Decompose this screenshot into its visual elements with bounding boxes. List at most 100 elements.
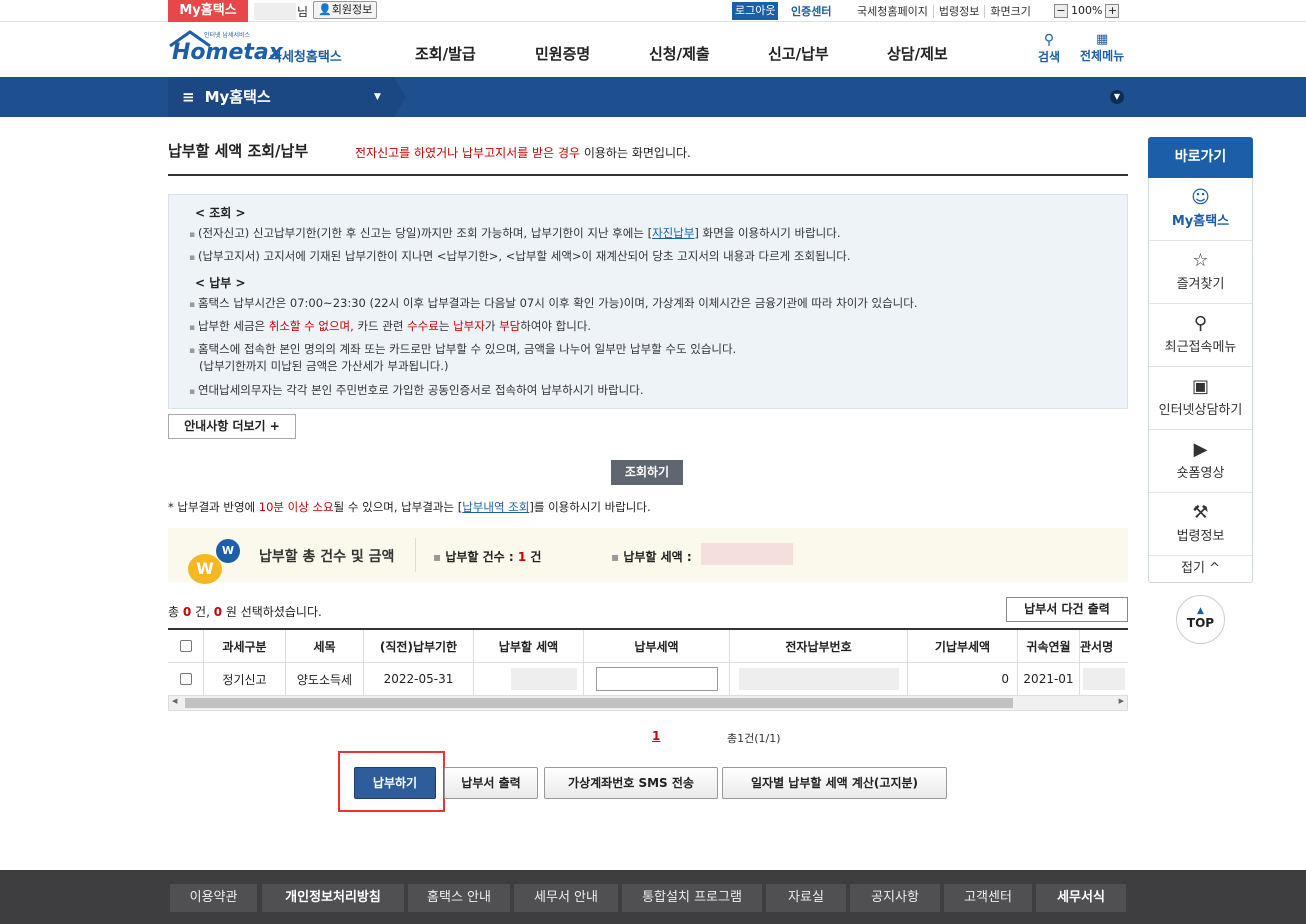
play-icon: ▶	[1193, 439, 1208, 460]
col-header: 납부세액	[584, 630, 730, 662]
gnb-consult[interactable]: 상담/제보	[887, 43, 948, 64]
all-menu-button[interactable]: ▦ 전체메뉴	[1080, 32, 1124, 64]
logo-text: Hometax	[172, 40, 283, 65]
header-search-button[interactable]: ⚲ 검색	[1038, 32, 1060, 65]
quick-online-consult[interactable]: ▣ 인터넷상담하기	[1149, 367, 1252, 430]
quick-law-info[interactable]: ⚒ 법령정보	[1149, 493, 1252, 556]
count-value: 1	[517, 550, 527, 564]
gnb-report-pay[interactable]: 신고/납부	[768, 43, 829, 64]
subtitle-red: 전자신고를 하였거나 납부고지서를 받은 경우	[355, 146, 581, 160]
footer-customer-center[interactable]: 고객센터	[944, 884, 1032, 912]
count-unit: 건	[526, 550, 542, 564]
multi-print-button[interactable]: 납부서 다건 출력	[1006, 597, 1128, 622]
screen-size-label: 화면크기	[984, 5, 1036, 18]
footer-hometax-guide[interactable]: 홈택스 안내	[408, 884, 510, 912]
page-total: 총1건(1/1)	[727, 732, 781, 745]
quick-my-hometax[interactable]: ☺ My홈택스	[1149, 178, 1252, 241]
menu-icon: ≡	[182, 88, 195, 106]
notice-red: 납부자	[453, 319, 485, 333]
chevron-down-icon[interactable]: ▼	[1110, 90, 1124, 104]
print-bill-button[interactable]: 납부서 출력	[444, 767, 538, 799]
notice-red: 부담	[499, 319, 521, 333]
member-info-button[interactable]: 👤회원정보	[313, 1, 378, 19]
my-hometax-dropdown[interactable]: ≡ My홈택스 ▼	[168, 77, 394, 117]
col-header: 전자납부번호	[730, 630, 908, 662]
pay-amount-input[interactable]	[595, 667, 718, 691]
notice-heading-query: < 조회 >	[195, 206, 246, 220]
gnb-inquiry[interactable]: 조회/발급	[415, 43, 476, 64]
quick-fold-button[interactable]: 접기 ^	[1149, 556, 1252, 582]
row-checkbox[interactable]	[179, 673, 192, 685]
cell-tax: 양도소득세	[286, 663, 364, 695]
horizontal-scrollbar[interactable]: ◀ ▶	[168, 695, 1128, 711]
member-info-label: 회원정보	[331, 3, 373, 16]
page-number[interactable]: 1	[652, 729, 660, 743]
quick-recent-menu[interactable]: ⚲ 최근접속메뉴	[1149, 304, 1252, 367]
footer-install[interactable]: 통합설치 프로그램	[622, 884, 762, 912]
footer-notice[interactable]: 공지사항	[850, 884, 940, 912]
gnb-application[interactable]: 신청/제출	[649, 43, 710, 64]
notice-text: 카드 관련	[353, 319, 408, 333]
cell-amount-masked	[474, 663, 584, 695]
w-coin-icon: W	[188, 554, 222, 584]
note-red: 10분 이상 소요	[258, 500, 334, 514]
summary-divider	[415, 538, 416, 572]
scroll-left-icon[interactable]: ◀	[172, 697, 177, 705]
quick-favorites[interactable]: ☆ 즐겨찾기	[1149, 241, 1252, 304]
note-text: ]를 이용하시기 바랍니다.	[529, 500, 651, 514]
selection-summary: 총 0 건, 0 원 선택하셨습니다.	[168, 603, 322, 620]
zoom-out-button[interactable]: −	[1054, 3, 1068, 18]
footer-library[interactable]: 자료실	[766, 884, 846, 912]
cell-paid: 0	[908, 663, 1018, 695]
summary-title: 납부할 총 건수 및 금액	[259, 549, 395, 565]
nts-homepage-link[interactable]: 국세청홈페이지	[852, 5, 933, 18]
law-info-link[interactable]: 법령정보	[932, 5, 985, 18]
top-button[interactable]: ▲ TOP	[1176, 595, 1225, 644]
zoom-in-button[interactable]: +	[1105, 3, 1120, 18]
pay-button[interactable]: 납부하기	[354, 767, 436, 799]
daily-calc-button[interactable]: 일자별 납부할 세액 계산(고지분)	[722, 767, 947, 799]
notice-item: 홈택스에 접속한 본인 명의의 계좌 또는 카드로만 납부할 수 있으며, 금액…	[189, 341, 736, 357]
masked-value	[738, 668, 899, 690]
location-label: My홈택스	[204, 88, 271, 106]
logo-kr-text: 국세청홈택스	[270, 50, 342, 65]
select-all-checkbox[interactable]	[179, 640, 192, 652]
recent-search-icon: ⚲	[1193, 313, 1208, 334]
bar-arrow	[394, 77, 406, 117]
cert-center-link[interactable]: 인증센터	[791, 3, 831, 19]
notice-text: 는	[438, 319, 454, 333]
self-pay-link[interactable]: 자진납부	[652, 226, 694, 240]
star-icon: ☆	[1192, 250, 1209, 271]
grid-icon: ▦	[1095, 32, 1109, 47]
col-header: 납부할 세액	[474, 630, 584, 662]
util-links: 국세청홈페이지 법령정보 화면크기	[852, 3, 1036, 19]
person-icon: ☺	[1191, 187, 1210, 208]
select-all-cell	[168, 630, 204, 662]
scroll-thumb[interactable]	[185, 698, 1013, 708]
title-divider	[168, 174, 1128, 176]
logo-subtitle: 인터넷 납세서비스	[204, 32, 251, 39]
zoom-control: − 100% +	[1054, 2, 1120, 19]
sel-text: 원 선택하셨습니다.	[222, 605, 322, 619]
notice-subtext: (납부기한까지 미납된 금액은 가산세가 부과됩니다.)	[199, 359, 449, 373]
footer-privacy[interactable]: 개인정보처리방침	[262, 884, 404, 912]
col-header: 과세구분	[204, 630, 286, 662]
scroll-right-icon[interactable]: ▶	[1119, 697, 1124, 705]
my-hometax-tab[interactable]: My홈택스	[168, 0, 248, 22]
gnb-certificate[interactable]: 민원증명	[535, 43, 590, 64]
footer-tax-forms[interactable]: 세무서식	[1036, 884, 1126, 912]
quick-label: 인터넷상담하기	[1158, 403, 1243, 418]
footer-office-guide[interactable]: 세무서 안내	[514, 884, 618, 912]
hometax-logo[interactable]: 인터넷 납세서비스 Hometax 국세청홈택스	[168, 28, 350, 72]
page-title: 납부할 세액 조회/납부	[168, 142, 309, 160]
quick-label: 숏폼영상	[1176, 466, 1225, 481]
notice-item: 납부한 세금은 취소할 수 없으며, 카드 관련 수수료는 납부자가 부담하여야…	[189, 318, 591, 334]
footer-terms[interactable]: 이용약관	[170, 884, 257, 912]
more-notice-button[interactable]: 안내사항 더보기 +	[168, 414, 296, 439]
payment-history-link[interactable]: 납부내역 조회	[462, 500, 529, 514]
cell-type: 정기신고	[204, 663, 286, 695]
quick-short-video[interactable]: ▶ 숏폼영상	[1149, 430, 1252, 493]
query-button[interactable]: 조회하기	[611, 460, 683, 485]
logout-button[interactable]: 로그아웃	[732, 2, 779, 20]
sms-send-button[interactable]: 가상계좌번호 SMS 전송	[544, 767, 718, 799]
